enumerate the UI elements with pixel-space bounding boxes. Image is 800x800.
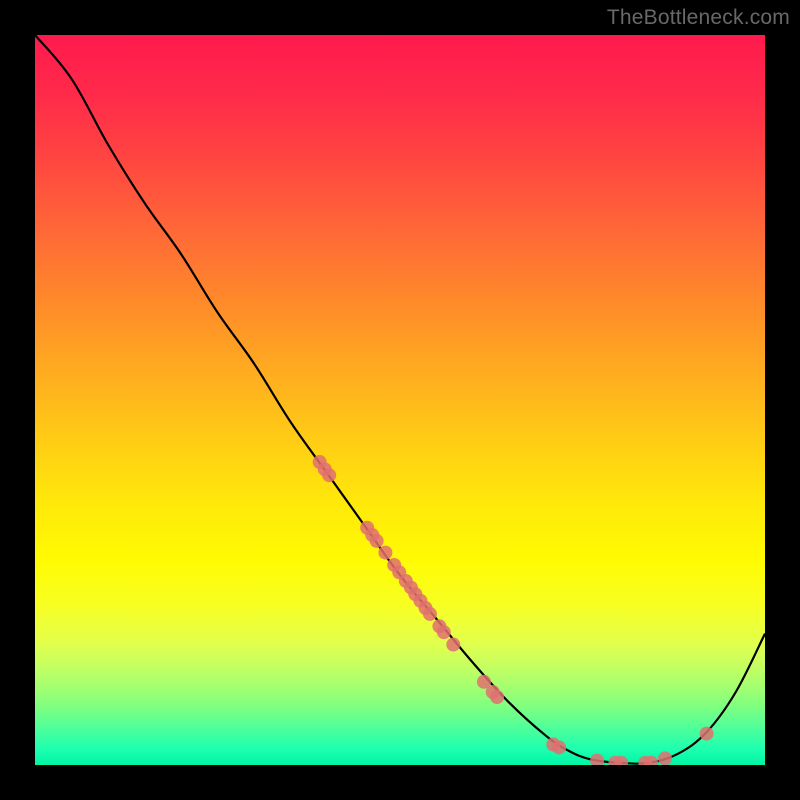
data-point bbox=[590, 754, 604, 765]
chart-svg bbox=[35, 35, 765, 765]
series-curve bbox=[35, 35, 765, 764]
data-point bbox=[700, 727, 714, 741]
data-point bbox=[378, 546, 392, 560]
data-point bbox=[490, 690, 504, 704]
data-point bbox=[446, 638, 460, 652]
data-point bbox=[658, 751, 672, 765]
data-point bbox=[423, 607, 437, 621]
data-point bbox=[322, 468, 336, 482]
data-point bbox=[552, 740, 566, 754]
data-point bbox=[370, 534, 384, 548]
data-point bbox=[437, 625, 451, 639]
plot-area bbox=[35, 35, 765, 765]
attribution-text: TheBottleneck.com bbox=[607, 6, 790, 30]
chart-container: TheBottleneck.com bbox=[0, 0, 800, 800]
scatter-points bbox=[313, 455, 714, 765]
